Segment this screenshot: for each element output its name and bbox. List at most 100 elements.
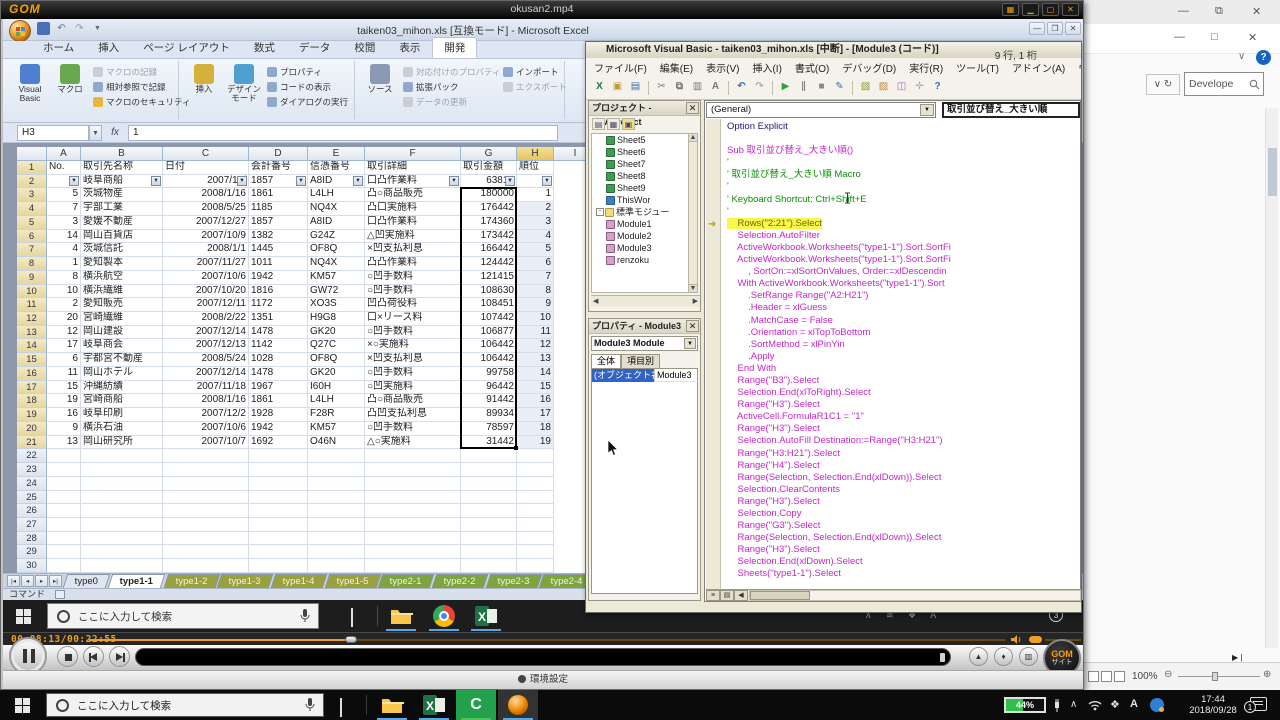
sheet-nav-2[interactable]: ▸	[35, 575, 48, 587]
cell-D21[interactable]: 1692	[249, 436, 308, 450]
cell-G10[interactable]: 108630	[461, 285, 517, 299]
cell-I26[interactable]	[517, 504, 554, 518]
row-header-28[interactable]: 28	[17, 532, 47, 546]
menu-ツール(T)[interactable]: ツール(T)	[956, 60, 999, 75]
cell-C17[interactable]: 2007/11/18	[163, 381, 249, 395]
filter-dropdown-icon[interactable]: ▼	[505, 176, 515, 186]
cell-D27[interactable]	[249, 518, 308, 532]
cell-G23[interactable]	[461, 463, 517, 477]
mic-icon[interactable]	[300, 609, 310, 623]
procedure-dropdown[interactable]: 取引並び替え_大きい順	[942, 102, 1080, 118]
cell-B24[interactable]	[81, 477, 163, 491]
cell-G3[interactable]: 180000	[461, 188, 517, 202]
cell-E3[interactable]: L4LH	[308, 188, 365, 202]
cell-B9[interactable]: 横浜航空	[81, 271, 163, 285]
cell-E20[interactable]: KM57	[308, 422, 365, 436]
file-explorer-icon[interactable]	[389, 604, 413, 628]
properties-tab-全体[interactable]: 全体	[591, 354, 621, 368]
cell-G5[interactable]: 174360	[461, 216, 517, 230]
menu-編集(E)[interactable]: 編集(E)	[660, 60, 693, 75]
menu-ウィン[interactable]: ウィン	[1078, 60, 1081, 75]
cell-G7[interactable]: 166442	[461, 243, 517, 257]
scrollbar-thumb[interactable]	[1268, 148, 1277, 196]
cell-G2[interactable]: 63812▼	[461, 175, 517, 189]
scroll-left-icon[interactable]: ◀	[734, 590, 748, 601]
cell-D15[interactable]: 1028	[249, 353, 308, 367]
sheet-tab-type0[interactable]: type0	[63, 574, 111, 588]
cell-G29[interactable]	[461, 545, 517, 559]
taskbar-search-input[interactable]: ここに入力して検索	[47, 603, 319, 629]
tab-データ[interactable]: データ	[287, 37, 343, 58]
cell-A7[interactable]: 4	[47, 243, 81, 257]
cell-A17[interactable]: 15	[47, 381, 81, 395]
cell-F14[interactable]: ×○実施料	[365, 339, 461, 353]
project-tree-hscrollbar[interactable]: ◀▶	[591, 295, 700, 307]
row-header-25[interactable]: 25	[17, 491, 47, 505]
visual-basic-button[interactable]: Visual Basic	[11, 63, 49, 107]
cell-B18[interactable]: 宮崎商船	[81, 394, 163, 408]
run-icon[interactable]: ▶	[778, 80, 793, 95]
cell-B15[interactable]: 宇都宮不動産	[81, 353, 163, 367]
cell-C11[interactable]: 2007/12/11	[163, 298, 249, 312]
object-dropdown[interactable]: (General)▼	[706, 102, 936, 118]
row-header-21[interactable]: 21	[17, 436, 47, 450]
previous-button[interactable]	[83, 646, 104, 667]
cell-F15[interactable]: ×凹支払利息	[365, 353, 461, 367]
refresh-icon[interactable]: ∨ ↻	[1146, 74, 1180, 95]
design-mode-button[interactable]: デザイン モード	[225, 63, 263, 107]
insert-userform-icon[interactable]: ▣	[610, 80, 625, 95]
cell-A28[interactable]	[47, 532, 81, 546]
cell-I8[interactable]	[517, 257, 554, 271]
cell-A21[interactable]: 13	[47, 436, 81, 450]
stop-icon[interactable]: ■	[814, 80, 829, 95]
cell-A18[interactable]: 19	[47, 394, 81, 408]
save-icon[interactable]: ▤	[628, 80, 643, 95]
cell-B5[interactable]: 愛媛不動産	[81, 216, 163, 230]
cell-D17[interactable]: 1967	[249, 381, 308, 395]
cell-F20[interactable]: ○凹手数料	[365, 422, 461, 436]
sheet-tab-type1-2[interactable]: type1-2	[163, 574, 219, 588]
mic-icon[interactable]	[305, 698, 315, 712]
cell-B10[interactable]: 横浜繊維	[81, 285, 163, 299]
cell-G22[interactable]	[461, 449, 517, 463]
cell-G13[interactable]: 106877	[461, 326, 517, 340]
cell-F13[interactable]: ○凹手数料	[365, 326, 461, 340]
help-icon[interactable]: ?	[1256, 50, 1271, 65]
cell-I22[interactable]	[517, 449, 554, 463]
object-combo[interactable]: Module3 Module▼	[591, 336, 698, 351]
cell-E15[interactable]: OF8Q	[308, 353, 365, 367]
cell-E6[interactable]: G24Z	[308, 230, 365, 244]
cell-A20[interactable]: 9	[47, 422, 81, 436]
cell-E14[interactable]: Q27C	[308, 339, 365, 353]
taskbar-search-input[interactable]: ここに入力して検索	[46, 693, 324, 717]
tree-item-Module2[interactable]: Module2	[592, 230, 689, 242]
capture-app-icon[interactable]: C	[456, 690, 496, 720]
cell-C22[interactable]	[163, 449, 249, 463]
project-panel-title[interactable]: プロジェクト - VBAProject✕	[589, 101, 700, 116]
cell-C26[interactable]	[163, 504, 249, 518]
sheet-tab-type1-5[interactable]: type1-5	[324, 574, 380, 588]
redo-icon[interactable]: ↷	[752, 80, 767, 95]
cell-G21[interactable]: 31442	[461, 436, 517, 450]
sheet-tab-type2-2[interactable]: type2-2	[432, 574, 488, 588]
cell-B14[interactable]: 岐阜商会	[81, 339, 163, 353]
row-header-15[interactable]: 15	[17, 353, 47, 367]
cell-F9[interactable]: ○凹手数料	[365, 271, 461, 285]
code-hscrollbar[interactable]: ≡ ▤ ◀	[706, 589, 1081, 601]
cell-A12[interactable]: 20	[47, 312, 81, 326]
col-header-A[interactable]: A	[47, 147, 81, 161]
cell-C10[interactable]: 2007/10/20	[163, 285, 249, 299]
filter-dropdown-icon[interactable]: ▼	[296, 176, 306, 186]
cell-E29[interactable]	[308, 545, 365, 559]
cell-D19[interactable]: 1928	[249, 408, 308, 422]
settings-label[interactable]: 環境設定	[530, 674, 568, 685]
view-object-icon[interactable]: ▦	[607, 118, 620, 130]
cell-G25[interactable]	[461, 491, 517, 505]
cell-A10[interactable]: 10	[47, 285, 81, 299]
sheet-tab-type1-1[interactable]: type1-1	[108, 574, 166, 588]
sheet-tab-type2-1[interactable]: type2-1	[378, 574, 434, 588]
source-button[interactable]: ソース	[361, 63, 399, 107]
scroll-left-icon[interactable]: ◀	[593, 296, 598, 307]
cell-I16[interactable]	[517, 367, 554, 381]
row-header-27[interactable]: 27	[17, 518, 47, 532]
